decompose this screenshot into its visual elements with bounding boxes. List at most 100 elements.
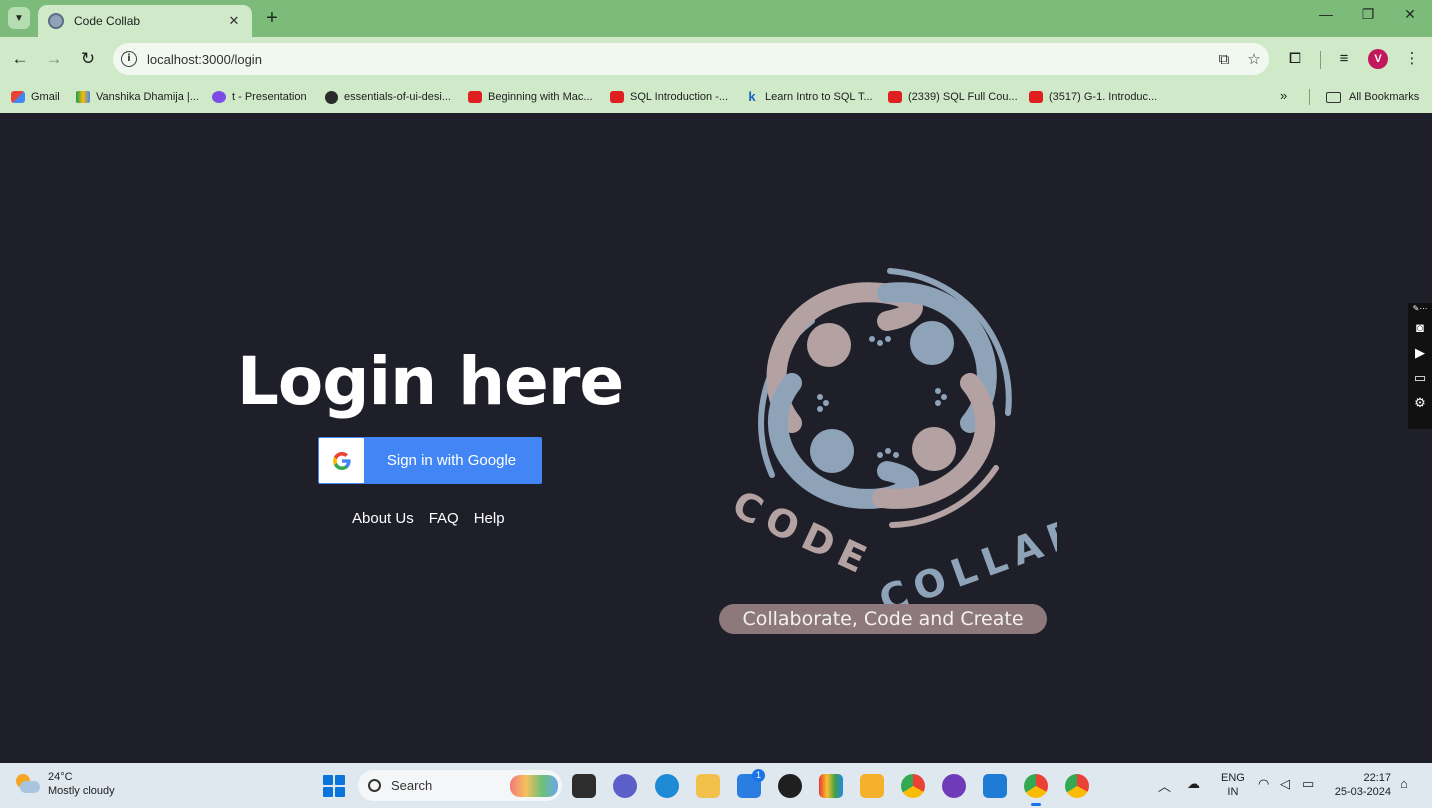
bookmark-presentation[interactable]: t - Presentation: [212, 88, 307, 106]
extensions-icon[interactable]: ⧠: [1283, 48, 1307, 70]
taskbar-search[interactable]: Search: [358, 770, 562, 801]
footer-links: About Us FAQ Help: [352, 510, 505, 527]
task-view-icon[interactable]: [572, 774, 596, 798]
pin-icon[interactable]: ✎⋯: [1408, 303, 1432, 315]
notification-badge: 1: [752, 769, 765, 782]
search-icon: [368, 779, 381, 792]
battery-icon[interactable]: ▭: [1302, 776, 1314, 792]
google-sign-in-button[interactable]: Sign in with Google: [318, 437, 542, 484]
gmail-icon: [11, 91, 25, 103]
about-us-link[interactable]: About Us: [352, 510, 414, 527]
page-title: Login here: [236, 343, 624, 420]
weather-desc: Mostly cloudy: [48, 785, 115, 797]
reload-button[interactable]: ↻: [76, 47, 100, 71]
close-tab-icon[interactable]: ✕: [226, 13, 242, 29]
bookmark-g1-intro[interactable]: (3517) G-1. Introduc...: [1029, 88, 1157, 106]
help-link[interactable]: Help: [474, 510, 505, 527]
show-hidden-icons-chevron-icon[interactable]: ︿: [1158, 776, 1171, 795]
install-app-icon[interactable]: ⧉: [1209, 51, 1239, 68]
bookmark-star-icon[interactable]: ☆: [1239, 50, 1269, 68]
address-bar[interactable]: i localhost:3000/login ⧉ ☆: [113, 43, 1269, 75]
app-yellow-icon[interactable]: [860, 774, 884, 798]
weather-widget[interactable]: 24°C Mostly cloudy: [14, 770, 115, 798]
clock-time: 22:17: [1363, 772, 1391, 784]
media-controls-icon[interactable]: ≡: [1332, 48, 1356, 70]
notifications-icon[interactable]: ⌂: [1400, 776, 1408, 791]
settings-gear-icon[interactable]: ⚙: [1408, 390, 1432, 415]
bookmark-label: Vanshika Dhamija |...: [96, 91, 199, 103]
new-tab-button[interactable]: +: [262, 8, 282, 28]
minimize-button[interactable]: —: [1314, 6, 1338, 22]
chrome-profile-v-icon[interactable]: [1024, 774, 1048, 806]
partly-cloudy-icon: [14, 774, 40, 794]
window-capture-icon[interactable]: ▭: [1408, 365, 1432, 390]
volume-icon[interactable]: ◁: [1280, 776, 1290, 792]
login-page: Login here Sign in with Google About Us …: [0, 113, 1432, 763]
toolbar-divider: [1320, 51, 1321, 69]
bookmark-sql-full-course[interactable]: (2339) SQL Full Cou...: [888, 88, 1018, 106]
bookmark-sql-introduction[interactable]: SQL Introduction -...: [610, 88, 728, 106]
restore-button[interactable]: ❐: [1356, 6, 1380, 23]
tab-search-button[interactable]: ▼: [8, 7, 30, 29]
dell-icon[interactable]: [778, 774, 802, 798]
bookmark-label: t - Presentation: [232, 91, 307, 103]
url-text[interactable]: localhost:3000/login: [147, 52, 1209, 67]
code-collab-logo: CODE COLLAB: [712, 263, 1090, 643]
winrar-icon[interactable]: [819, 774, 843, 798]
mail-icon[interactable]: 1: [737, 769, 765, 798]
onedrive-icon[interactable]: ☁: [1187, 776, 1200, 792]
lang-region: IN: [1227, 786, 1239, 798]
back-button[interactable]: ←: [8, 47, 32, 71]
tab-strip: ▼ Code Collab ✕ + — ❐ ✕: [0, 0, 1432, 37]
profile-avatar[interactable]: V: [1368, 49, 1388, 69]
camera-icon[interactable]: ◙: [1408, 315, 1432, 340]
youtube-icon: [610, 91, 624, 103]
bookmark-vanshika[interactable]: Vanshika Dhamija |...: [76, 88, 199, 106]
edge-icon[interactable]: [655, 774, 679, 798]
chrome-icon[interactable]: [901, 774, 925, 798]
bookmark-beginning-mac[interactable]: Beginning with Mac...: [468, 88, 593, 106]
bookmark-label: Gmail: [31, 91, 60, 103]
google-logo-icon: [319, 438, 364, 483]
chrome-profile-2-icon[interactable]: [1065, 774, 1089, 798]
logo-tagline: Collaborate, Code and Create: [719, 604, 1047, 634]
bookmark-label: Beginning with Mac...: [488, 91, 593, 103]
wifi-icon[interactable]: ◠: [1258, 776, 1269, 792]
forward-button[interactable]: →: [42, 47, 66, 71]
more-bookmarks-icon[interactable]: »: [1280, 88, 1287, 103]
taskbar-search-label: Search: [391, 778, 433, 793]
vscode-icon[interactable]: [983, 774, 1007, 798]
bookmark-gmail[interactable]: Gmail: [11, 88, 60, 106]
video-camera-icon[interactable]: ▶: [1408, 340, 1432, 365]
all-bookmarks-label: All Bookmarks: [1349, 91, 1420, 103]
bookmark-label: essentials-of-ui-desi...: [344, 91, 451, 103]
weather-temp: 24°C: [48, 771, 73, 783]
bookmarks-divider: [1309, 89, 1310, 105]
bookmark-essentials-ui[interactable]: essentials-of-ui-desi...: [325, 88, 451, 106]
google-sign-in-label: Sign in with Google: [386, 452, 517, 469]
bookmark-learn-intro-sql[interactable]: k Learn Intro to SQL T...: [745, 88, 872, 106]
bookmark-label: (3517) G-1. Introduc...: [1049, 91, 1158, 103]
bookmark-label: SQL Introduction -...: [630, 91, 729, 103]
file-explorer-icon[interactable]: [696, 774, 720, 798]
menu-icon[interactable]: ⋮: [1400, 48, 1424, 70]
teams-icon[interactable]: [613, 774, 637, 798]
language-indicator[interactable]: ENG IN: [1221, 771, 1245, 799]
clock[interactable]: 22:17 25-03-2024: [1333, 771, 1391, 799]
code-collab-favicon-icon: [48, 13, 64, 29]
faq-link[interactable]: FAQ: [429, 510, 459, 527]
close-window-button[interactable]: ✕: [1398, 6, 1422, 23]
k-icon: k: [748, 89, 756, 104]
clock-date: 25-03-2024: [1334, 786, 1391, 798]
tab-code-collab[interactable]: Code Collab ✕: [38, 5, 252, 37]
drive-icon: [76, 91, 90, 103]
youtube-icon: [1029, 91, 1043, 103]
presentation-icon: [212, 91, 226, 103]
globe-icon: [325, 90, 338, 104]
site-info-icon[interactable]: i: [121, 51, 137, 67]
youtube-icon: [468, 91, 482, 103]
start-button[interactable]: [323, 775, 345, 797]
github-desktop-icon[interactable]: [942, 774, 966, 798]
browser-toolbar: ← → ↻ i localhost:3000/login ⧉ ☆ ⧠ ≡ V ⋮: [0, 37, 1432, 81]
all-bookmarks-button[interactable]: All Bookmarks: [1326, 88, 1419, 106]
